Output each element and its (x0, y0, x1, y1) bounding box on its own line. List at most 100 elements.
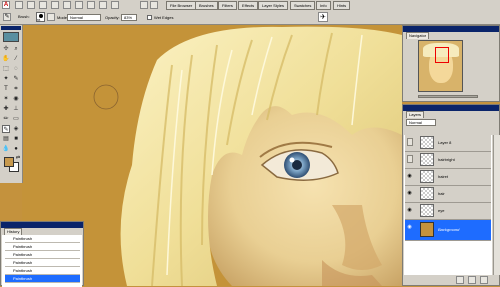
foreground-color-swatch[interactable] (4, 157, 14, 167)
eraser-tool-icon[interactable]: ▭ (12, 115, 20, 123)
layer-row[interactable]: hairbright (405, 152, 491, 169)
quick-fix-icon[interactable] (140, 1, 148, 9)
zoom-tool-icon[interactable]: ⌕ (12, 45, 20, 53)
options-bar: ✎ Brush: 65 Mode: Normal Opacity: 83% We… (0, 11, 500, 25)
history-item-label: Paintbrush (13, 260, 33, 265)
eyedropper-tool-icon[interactable]: ⁄ (12, 55, 20, 63)
layer-mode-select[interactable]: Normal (406, 119, 436, 126)
marquee-tool-icon[interactable]: ⬚ (2, 65, 10, 73)
healing-brush-tool-icon[interactable]: ✚ (2, 105, 10, 113)
brush-preset-picker[interactable]: 65 (36, 12, 45, 22)
layer-thumbnail (420, 187, 434, 200)
layer-thumbnail (420, 136, 434, 149)
airbrush-toggle-icon[interactable]: ✈ (318, 12, 328, 22)
brush-label: Brush: (18, 14, 30, 19)
eye-icon[interactable]: ◉ (407, 173, 412, 179)
swap-colors-icon[interactable]: ⇄ (14, 154, 22, 162)
wet-edges-checkbox[interactable] (147, 15, 152, 20)
palette-tab-file-browser[interactable]: File Browser (166, 1, 197, 10)
layer-row[interactable]: ◉ Background (405, 220, 491, 241)
new-file-icon[interactable] (15, 1, 23, 9)
magic-wand-tool-icon[interactable]: ✦ (2, 75, 10, 83)
layers-tab[interactable]: Layers (406, 111, 425, 118)
mode-select[interactable]: Normal (67, 14, 101, 21)
layer-row[interactable]: ◉ hair (405, 186, 491, 203)
layer-row[interactable]: Layer 8 (405, 135, 491, 152)
type-tool-icon[interactable]: T (2, 85, 10, 93)
palette-tab-info[interactable]: Info (316, 1, 331, 10)
history-item-label: Paintbrush (13, 244, 33, 249)
paint-bucket-tool-icon[interactable]: ◈ (12, 125, 20, 133)
hand-tool-icon[interactable]: ✋ (2, 55, 10, 63)
open-file-icon[interactable] (27, 1, 35, 9)
blur-tool-icon[interactable]: 💧 (2, 145, 10, 153)
layers-list: Layer 8 hairbright ◉ hairet ◉ hair ◉ eye ◉ B… (404, 135, 492, 285)
navigator-thumbnail (418, 40, 463, 92)
layer-thumbnail (420, 170, 434, 183)
history-item-label: Paintbrush (13, 268, 33, 273)
cookie-cutter-tool-icon[interactable]: ✶ (2, 95, 10, 103)
sponge-tool-icon[interactable]: ● (12, 145, 20, 153)
save-icon[interactable] (39, 1, 47, 9)
opacity-label: Opacity: (105, 15, 120, 20)
history-item[interactable]: Paintbrush (5, 259, 80, 267)
layer-name: eye (438, 208, 445, 213)
crop-tool-icon[interactable]: ⌗ (12, 85, 20, 93)
move-tool-icon[interactable]: ✢ (2, 45, 10, 53)
opacity-value: 83% (124, 15, 133, 20)
history-tab[interactable]: History (4, 228, 23, 235)
color-variations-icon[interactable] (150, 1, 158, 9)
new-layer-icon[interactable] (456, 276, 464, 284)
clone-stamp-tool-icon[interactable]: ⊥ (12, 105, 20, 113)
step-forward-icon[interactable] (99, 1, 107, 9)
visibility-toggle[interactable] (407, 155, 413, 163)
shape-tool-icon[interactable]: ■ (12, 135, 20, 143)
save-for-web-icon[interactable] (63, 1, 71, 9)
opacity-field[interactable]: 83% (121, 14, 137, 21)
red-eye-tool-icon[interactable]: ◉ (12, 95, 20, 103)
zoom-slider[interactable] (418, 95, 478, 98)
print-icon[interactable] (51, 1, 59, 9)
gradient-tool-icon[interactable]: ▤ (2, 135, 10, 143)
eye-icon[interactable]: ◉ (407, 224, 412, 230)
pencil-tool-icon[interactable]: ✏ (2, 115, 10, 123)
history-item[interactable]: Paintbrush (5, 251, 80, 259)
layer-row[interactable]: ◉ hairet (405, 169, 491, 186)
eye-icon[interactable]: ◉ (407, 190, 412, 196)
palette-tab-filters[interactable]: Filters (218, 1, 237, 10)
brush-tool-button-icon[interactable]: ✎ (2, 125, 10, 133)
navigator-view-box[interactable] (435, 47, 449, 63)
layer-options-icon[interactable] (480, 276, 488, 284)
selection-brush-tool-icon[interactable]: ✎ (12, 75, 20, 83)
mode-select-value: Normal (70, 15, 83, 20)
layer-row[interactable]: ◉ eye (405, 203, 491, 220)
lasso-tool-icon[interactable]: ◌ (12, 65, 20, 73)
history-item[interactable]: Paintbrush (5, 243, 80, 251)
palette-tab-effects[interactable]: Effects (238, 1, 259, 10)
pse-logo-icon (3, 32, 19, 42)
history-item[interactable]: Paintbrush (5, 267, 80, 275)
navigator-tab[interactable]: Navigator (406, 32, 430, 39)
layer-thumbnail (420, 153, 434, 166)
wet-edges-label: Wet Edges (154, 15, 174, 20)
layers-scrollbar[interactable] (493, 135, 500, 275)
palette-tab-swatches[interactable]: Swatches (290, 1, 316, 10)
palette-tab-layer-styles[interactable]: Layer Styles (258, 1, 289, 10)
layer-mode-value: Normal (409, 120, 422, 125)
palette-tab-brushes[interactable]: Brushes (195, 1, 218, 10)
help-icon[interactable] (111, 1, 119, 9)
step-backward-icon[interactable] (87, 1, 95, 9)
palette-tab-hints[interactable]: Hints (333, 1, 351, 10)
delete-layer-icon[interactable] (468, 276, 476, 284)
navigator-panel: Navigator (402, 25, 500, 102)
history-item[interactable]: Paintbrush (5, 275, 80, 283)
brush-options-icon[interactable] (47, 13, 55, 21)
brush-size-value: 65 (37, 18, 41, 22)
layer-name: hairet (438, 174, 449, 179)
history-item[interactable]: Paintbrush (5, 235, 80, 243)
eye-icon[interactable]: ◉ (407, 207, 412, 213)
history-panel: History Paintbrush Paintbrush Paintbrush… (0, 221, 84, 287)
visibility-toggle[interactable] (407, 138, 413, 146)
brush-tool-icon[interactable]: ✎ (3, 13, 11, 21)
email-icon[interactable] (75, 1, 83, 9)
